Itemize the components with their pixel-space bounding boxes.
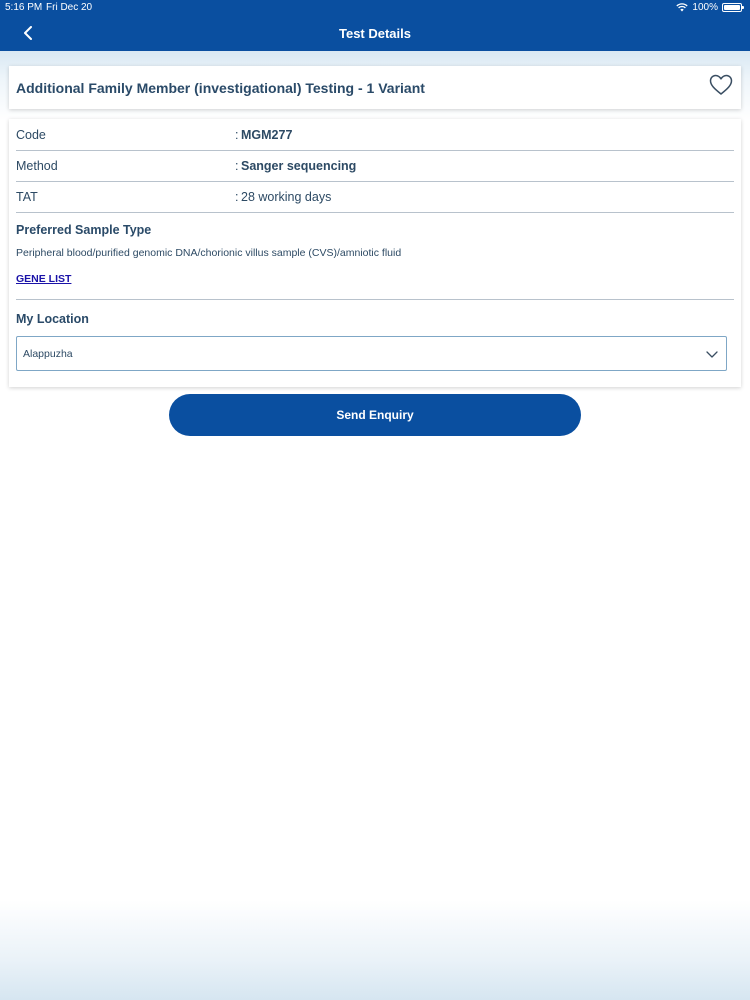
favorite-button[interactable] xyxy=(709,74,733,96)
gene-list-link[interactable]: GENE LIST xyxy=(16,273,71,285)
detail-label: Code xyxy=(16,128,46,142)
section-divider xyxy=(16,299,734,300)
location-select[interactable]: Alappuzha xyxy=(16,336,727,371)
detail-row-code: Code : MGM277 xyxy=(16,119,734,151)
detail-colon: : xyxy=(235,128,239,142)
status-bar: 5:16 PM Fri Dec 20 100% xyxy=(0,0,750,16)
heart-outline-icon xyxy=(709,74,733,95)
detail-colon: : xyxy=(235,159,239,173)
test-title-card: Additional Family Member (investigationa… xyxy=(9,66,741,109)
app-header: 5:16 PM Fri Dec 20 100% Test Details xyxy=(0,0,750,51)
detail-value-tat: 28 working days xyxy=(241,190,332,204)
page-title: Test Details xyxy=(338,26,411,41)
detail-label: Method xyxy=(16,159,58,173)
detail-label: TAT xyxy=(16,190,38,204)
status-right: 100% xyxy=(676,2,744,13)
send-enquiry-button[interactable]: Send Enquiry xyxy=(169,394,581,436)
battery-percent: 100% xyxy=(692,2,718,13)
location-selected-value: Alappuzha xyxy=(23,348,73,360)
test-title: Additional Family Member (investigationa… xyxy=(16,80,425,96)
status-date: Fri Dec 20 xyxy=(46,2,93,13)
detail-row-tat: TAT : 28 working days xyxy=(16,181,734,213)
location-heading: My Location xyxy=(16,312,89,326)
battery-icon xyxy=(722,3,744,12)
chevron-down-icon xyxy=(706,351,718,358)
wifi-icon xyxy=(676,3,689,12)
detail-row-method: Method : Sanger sequencing xyxy=(16,150,734,182)
sample-type-heading: Preferred Sample Type xyxy=(16,223,152,237)
detail-value-code: MGM277 xyxy=(241,128,293,142)
status-time: 5:16 PM xyxy=(5,2,43,13)
test-details-card: Code : MGM277 Method : Sanger sequencing… xyxy=(9,119,741,387)
detail-value-method: Sanger sequencing xyxy=(241,159,357,173)
detail-colon: : xyxy=(235,190,239,204)
sample-type-text: Peripheral blood/purified genomic DNA/ch… xyxy=(16,247,402,259)
